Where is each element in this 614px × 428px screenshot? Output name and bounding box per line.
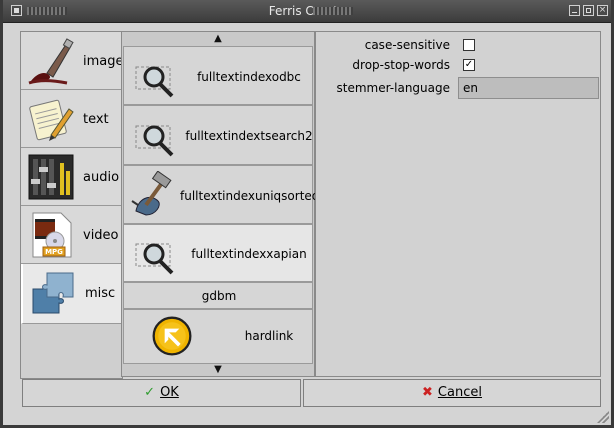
plugin-label: fulltextindextsearch2: [185, 129, 313, 143]
cancel-button[interactable]: ✖ Cancel: [303, 379, 601, 407]
window-title: Ferris Create: [268, 4, 346, 18]
paintbrush-icon: [28, 38, 74, 85]
ok-button[interactable]: ✓ OK: [22, 379, 301, 407]
puzzle-icon: [32, 272, 74, 314]
maximize-icon[interactable]: [583, 5, 594, 16]
tab-misc-label: misc: [85, 286, 116, 301]
tab-audio[interactable]: audio: [21, 148, 122, 206]
resize-grip-icon[interactable]: [597, 411, 609, 423]
x-icon: ✖: [422, 385, 433, 400]
hammer-tool-icon: [131, 171, 172, 216]
notepad-icon: [29, 99, 74, 141]
close-icon[interactable]: ×: [597, 5, 608, 16]
plugin-label: gdbm: [201, 289, 237, 303]
plugin-item-fulltextindexuniqsorted[interactable]: fulltextindexuniqsorted: [123, 165, 320, 224]
plugin-item-fulltextindexxapian[interactable]: fulltextindexxapian: [123, 224, 313, 282]
plugin-label: fulltextindexxapian: [191, 247, 307, 261]
drop-stop-words-checkbox[interactable]: ✓: [463, 59, 475, 71]
title-bar[interactable]: Ferris Create ×: [3, 0, 611, 23]
scroll-up-icon[interactable]: ▲: [122, 32, 314, 46]
plugin-label: hardlink: [244, 329, 294, 343]
ok-button-label: OK: [160, 385, 179, 400]
stemmer-language-field[interactable]: en: [458, 77, 599, 99]
minimize-icon[interactable]: [569, 5, 580, 16]
cancel-button-label: Cancel: [437, 385, 482, 400]
plugin-item-fulltextindexodbc[interactable]: fulltextindexodbc: [123, 46, 313, 105]
case-sensitive-checkbox[interactable]: [463, 39, 475, 51]
mpeg-video-icon: MPG: [32, 212, 72, 258]
plugin-label: fulltextindexodbc: [197, 70, 301, 84]
case-sensitive-label: case-sensitive: [364, 38, 450, 52]
category-tabs: image text audio MPG video misc: [20, 31, 124, 379]
ferris-create-window: Ferris Create × image text audio MPG vid…: [0, 0, 614, 428]
magnifier-folder-icon: [135, 243, 174, 275]
check-icon: ✓: [144, 385, 156, 400]
magnifier-folder-icon: [135, 125, 174, 157]
scroll-down-icon[interactable]: ▼: [122, 363, 314, 377]
tab-video[interactable]: MPG video: [21, 206, 122, 264]
tab-image[interactable]: image: [21, 32, 124, 90]
tab-video-label: video: [83, 228, 119, 243]
properties-panel: case-sensitive drop-stop-words ✓ stemmer…: [315, 31, 601, 377]
tab-image-label: image: [83, 54, 124, 69]
stemmer-language-label: stemmer-language: [336, 81, 450, 95]
tab-text[interactable]: text: [21, 90, 122, 148]
link-arrow-icon: [152, 316, 192, 356]
tab-text-label: text: [83, 112, 109, 127]
tab-audio-label: audio: [83, 170, 120, 185]
plugin-list[interactable]: ▲ fulltextindexodbc fulltextindextsearch…: [121, 31, 320, 377]
drop-stop-words-label: drop-stop-words: [352, 58, 450, 72]
title-grip-right: [313, 7, 353, 15]
plugin-item-hardlink[interactable]: hardlink: [123, 309, 313, 364]
mixer-icon: [28, 154, 74, 200]
plugin-item-gdbm[interactable]: gdbm: [123, 282, 313, 309]
plugin-item-fulltextindextsearch2[interactable]: fulltextindextsearch2: [123, 105, 313, 165]
plugin-label: fulltextindexuniqsorted: [180, 189, 320, 203]
magnifier-folder-icon: [135, 66, 174, 98]
tab-misc[interactable]: misc: [21, 264, 122, 324]
svg-text:MPG: MPG: [45, 248, 63, 256]
